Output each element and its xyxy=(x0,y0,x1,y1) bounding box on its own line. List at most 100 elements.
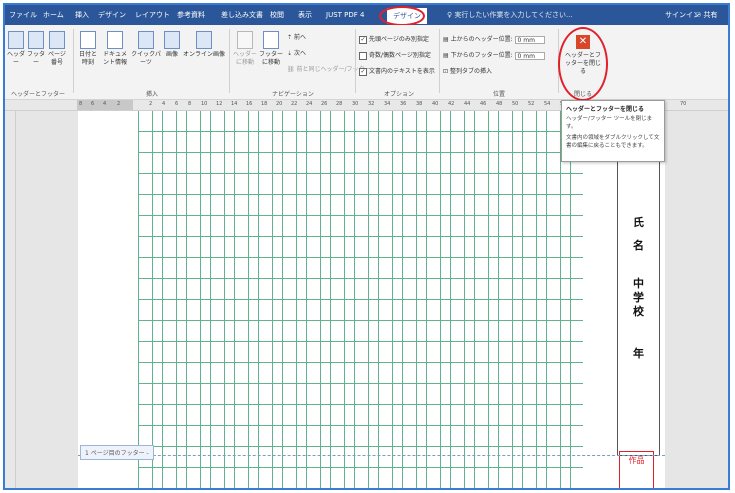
ruler-number: 34 xyxy=(384,101,391,107)
online-picture-button[interactable]: オンライン画像 xyxy=(183,31,225,59)
document-area: 氏 名 中 学 校 年 作品 1 ページ目のフッター - xyxy=(5,111,728,488)
ruler-number: 46 xyxy=(480,101,487,107)
tab-just-pdf[interactable]: JUST PDF 4 xyxy=(326,5,364,25)
ruler-number: 48 xyxy=(496,101,503,107)
go-to-footer-button[interactable]: フッターに移動 xyxy=(259,31,283,67)
tooltip-line-1: ヘッダー/フッター ツールを閉じます。 xyxy=(566,116,653,130)
online-picture-icon xyxy=(196,31,212,49)
tab-mailings[interactable]: 差し込み文書 xyxy=(221,5,263,25)
footer-tag[interactable]: 1 ページ目のフッター - xyxy=(80,445,154,460)
ruler-number: 54 xyxy=(544,101,551,107)
ruler-number: 16 xyxy=(246,101,253,107)
tab-review[interactable]: 校閲 xyxy=(270,5,284,25)
close-header-footer-button[interactable]: ✕ ヘッダーとフッターを閉じる xyxy=(563,35,603,76)
group-label-insert: 挿入 xyxy=(145,91,158,98)
checkbox-checked: ✓ xyxy=(359,35,367,44)
ruler-number: 28 xyxy=(336,101,343,107)
ribbon: ヘッダー フッター ページ番号 ヘッダーとフッター 日付と時刻 ドキュメント情報… xyxy=(5,25,728,100)
tell-me-search[interactable]: ♀ 実行したい作業を入力してください... xyxy=(447,5,573,25)
ribbon-tab-bar: ファイル ホーム 挿入 デザイン レイアウト 参考資料 差し込み文書 校閲 表示… xyxy=(5,5,728,25)
share-button[interactable]: ⚇ 共有 xyxy=(695,5,718,25)
ruler-number: 14 xyxy=(231,101,238,107)
go-to-footer-icon xyxy=(263,31,279,49)
calendar-icon xyxy=(80,31,96,49)
picture-icon xyxy=(164,31,180,49)
checkbox-unchecked xyxy=(359,51,367,60)
previous-button[interactable]: ⇡ 前へ xyxy=(287,33,306,42)
next-button[interactable]: ⇣ 次へ xyxy=(287,49,306,58)
ruler-number: 42 xyxy=(448,101,455,107)
manuscript-grid[interactable] xyxy=(138,111,583,488)
go-to-header-icon xyxy=(237,31,253,49)
footer-position-field[interactable]: ▤ 下からのフッター位置: 0 mm xyxy=(443,51,545,60)
ruler-number: 70 xyxy=(680,101,687,107)
name-box: 氏 名 中 学 校 年 xyxy=(617,111,660,456)
header-position-input[interactable]: 0 mm xyxy=(514,35,545,44)
quick-parts-icon xyxy=(138,31,154,49)
person-icon: ⚇ xyxy=(695,11,704,19)
link-icon: ⛓ xyxy=(287,66,297,73)
ruler-number: 8 xyxy=(188,101,192,107)
footer-position-icon: ▤ xyxy=(443,52,451,59)
tab-references[interactable]: 参考資料 xyxy=(177,5,205,25)
group-label-options: オプション xyxy=(383,91,414,98)
ruler-number: 50 xyxy=(512,101,519,107)
go-to-header-button[interactable]: ヘッダーに移動 xyxy=(233,31,257,67)
tab-view[interactable]: 表示 xyxy=(298,5,312,25)
footer-button[interactable]: フッター xyxy=(27,31,45,67)
group-separator xyxy=(229,29,230,93)
ruler-number: 18 xyxy=(261,101,268,107)
school-char-3: 校 xyxy=(633,305,644,318)
different-odd-even-checkbox[interactable]: 奇数/偶数ページ別指定 xyxy=(359,51,431,60)
tooltip-title: ヘッダーとフッターを閉じる xyxy=(566,106,645,113)
tab-home[interactable]: ホーム xyxy=(43,5,64,25)
school-char-2: 学 xyxy=(633,291,644,304)
document-page[interactable]: 氏 名 中 学 校 年 作品 xyxy=(78,111,665,488)
close-icon: ✕ xyxy=(576,35,590,49)
picture-button[interactable]: 画像 xyxy=(163,31,181,59)
footer-boundary-line xyxy=(78,455,665,457)
alignment-tab-icon: ⊡ xyxy=(443,68,450,75)
grade-label: 年 xyxy=(633,347,644,360)
group-label-navigation: ナビゲーション xyxy=(272,91,314,98)
document-info-icon xyxy=(107,31,123,49)
quick-parts-button[interactable]: クイックパーツ xyxy=(131,31,161,67)
tab-design[interactable]: デザイン xyxy=(98,5,126,25)
ruler-number: 2 xyxy=(149,101,153,107)
vertical-ruler[interactable] xyxy=(5,111,16,488)
document-info-button[interactable]: ドキュメント情報 xyxy=(101,31,129,67)
page-number-button[interactable]: ページ番号 xyxy=(47,31,67,67)
header-icon xyxy=(8,31,24,49)
ruler-number: 38 xyxy=(416,101,423,107)
header-button[interactable]: ヘッダー xyxy=(7,31,25,67)
ruler-number: 6 xyxy=(175,101,179,107)
insert-alignment-tab-button[interactable]: ⊡ 整列タブの挿入 xyxy=(443,67,492,76)
ruler-number: 10 xyxy=(201,101,208,107)
ruler-number: 32 xyxy=(368,101,375,107)
ruler-number: 20 xyxy=(276,101,283,107)
group-separator xyxy=(355,29,356,93)
tab-header-footer-design[interactable]: デザイン xyxy=(387,8,427,24)
tab-file[interactable]: ファイル xyxy=(9,5,37,25)
group-separator xyxy=(558,29,559,93)
ruler-number: 44 xyxy=(464,101,471,107)
next-icon: ⇣ xyxy=(287,50,294,57)
ruler-number: 26 xyxy=(321,101,328,107)
ruler-number: 40 xyxy=(432,101,439,107)
checkbox-checked: ✓ xyxy=(359,67,367,76)
name-label-1: 氏 xyxy=(633,216,644,229)
close-header-footer-tooltip: ヘッダーとフッターを閉じる ヘッダー/フッター ツールを閉じます。 文書内の領域… xyxy=(561,100,665,162)
different-first-page-checkbox[interactable]: ✓ 先頭ページのみ別指定 xyxy=(359,35,429,44)
tab-insert[interactable]: 挿入 xyxy=(75,5,89,25)
ruler-number: 6 xyxy=(91,101,95,107)
tab-layout[interactable]: レイアウト xyxy=(135,5,170,25)
footer-position-input[interactable]: 0 mm xyxy=(514,51,545,60)
ruler-number: 30 xyxy=(352,101,359,107)
ruler-number: 52 xyxy=(528,101,535,107)
show-document-text-checkbox[interactable]: ✓ 文書内のテキストを表示 xyxy=(359,67,435,76)
date-time-button[interactable]: 日付と時刻 xyxy=(77,31,99,67)
page-number-icon xyxy=(49,31,65,49)
group-separator xyxy=(439,29,440,93)
tooltip-line-2: 文書内の領域をダブルクリックして文書の編集に戻ることもできます。 xyxy=(566,135,660,149)
header-position-field[interactable]: ▤ 上からのヘッダー位置: 0 mm xyxy=(443,35,545,44)
